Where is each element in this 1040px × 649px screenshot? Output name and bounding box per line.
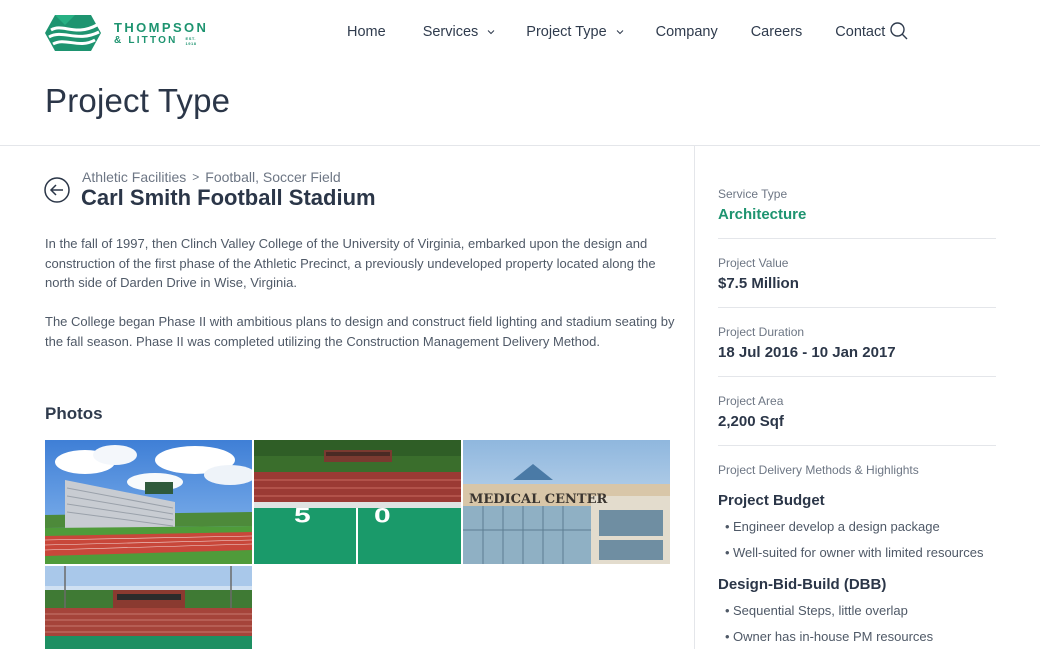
sidebar-separator (718, 445, 996, 446)
nav-item-label: Careers (750, 24, 803, 40)
project-duration-label: Project Duration (718, 325, 805, 339)
project-duration-value: 18 Jul 2016 - 10 Jan 2017 (718, 344, 896, 361)
sidebar-divider (694, 146, 695, 649)
photo-stadium-bleachers-image (45, 440, 252, 564)
nav-item-project-type[interactable]: Project Type (526, 24, 623, 40)
nav-item-label: Contact (835, 24, 886, 40)
project-description-paragraph: The College began Phase II with ambitiou… (45, 314, 675, 349)
photo-stadium-pressbox[interactable] (45, 566, 252, 649)
highlight-item: • Engineer develop a design package (718, 514, 996, 540)
nav-item-label: Services (422, 24, 479, 40)
breadcrumb-item-subcategory[interactable]: Football, Soccer Field (205, 169, 340, 185)
photos-heading: Photos (45, 404, 103, 423)
highlight-item-text: Owner has in-house PM resources (733, 629, 934, 644)
nav-item-home[interactable]: Home (347, 24, 386, 40)
photo-yard-number-left: 5 (294, 505, 311, 528)
photo-yard-number-right: 0 (374, 505, 391, 528)
logo-mark-icon (45, 15, 101, 51)
chevron-down-icon (616, 30, 623, 35)
service-type-block: Service Type Architecture (718, 187, 996, 223)
photo-building-sign: MEDICAL CENTER (469, 492, 607, 507)
service-type-label: Service Type (718, 187, 788, 201)
nav-item-label: Home (347, 24, 386, 40)
page-title: Project Type (45, 82, 231, 119)
nav-item-label: Company (655, 24, 718, 40)
project-value-label: Project Value (718, 256, 789, 270)
project-area-block: Project Area 2,200 Sqf (718, 394, 996, 430)
back-arrow-icon[interactable] (44, 177, 70, 203)
photo-football-field-image: 5 0 (254, 440, 461, 564)
project-value-block: Project Value $7.5 Million (718, 256, 996, 292)
highlight-item-text: Well-suited for owner with limited resou… (733, 545, 984, 560)
breadcrumb-separator: > (192, 170, 200, 184)
photo-medical-center[interactable]: MEDICAL CENTER (463, 440, 670, 564)
title-divider (0, 145, 1040, 146)
nav-item-careers[interactable]: Careers (751, 24, 803, 40)
highlight-item: • Well-suited for owner with limited res… (718, 540, 996, 566)
sidebar-separator (718, 307, 996, 308)
sidebar-separator (718, 376, 996, 377)
project-duration-block: Project Duration 18 Jul 2016 - 10 Jan 20… (718, 325, 996, 361)
nav-item-contact[interactable]: Contact (835, 24, 885, 40)
logo-line-2-text: & LITTON (114, 34, 178, 46)
bullet: • (725, 519, 730, 534)
project-area-value: 2,200 Sqf (718, 413, 784, 430)
highlight-item-text: Engineer develop a design package (733, 519, 940, 534)
nav-item-services[interactable]: Services (423, 24, 496, 40)
site-header: THOMPSON & LITTON EST. 1918 Home Service… (0, 0, 1040, 66)
nav-item-company[interactable]: Company (656, 24, 718, 40)
nav-item-label: Project Type (526, 24, 607, 40)
sidebar-separator (718, 238, 996, 239)
photo-stadium-pressbox-image (45, 566, 252, 649)
logo-line-2: & LITTON EST. 1918 (114, 35, 208, 47)
photo-stadium-bleachers[interactable] (45, 440, 252, 564)
photo-football-field[interactable]: 5 0 (254, 440, 461, 564)
highlights-block: Project Delivery Methods & Highlights Pr… (718, 463, 996, 649)
photo-medical-center-image: MEDICAL CENTER (463, 440, 670, 564)
highlight-item-text: Sequential Steps, little overlap (733, 603, 908, 618)
highlight-item: • Owner has in-house PM resources (718, 624, 996, 649)
logo-wordmark: THOMPSON & LITTON EST. 1918 (114, 20, 208, 47)
highlight-list: • Engineer develop a design package • We… (718, 514, 996, 566)
chevron-down-icon (487, 30, 495, 35)
search-icon[interactable] (889, 21, 909, 41)
logo-established: EST. 1918 (185, 35, 197, 46)
logo-line-1: THOMPSON (114, 19, 209, 35)
breadcrumb-item-category[interactable]: Athletic Facilities (82, 169, 186, 185)
project-value-value: $7.5 Million (718, 275, 799, 292)
brand-logo[interactable]: THOMPSON & LITTON EST. 1918 (45, 12, 215, 54)
highlight-item: • Sequential Steps, little overlap (718, 598, 996, 624)
highlight-list: • Sequential Steps, little overlap • Own… (718, 598, 996, 649)
bullet: • (725, 603, 730, 618)
highlight-group-title: Design-Bid-Build (DBB) (718, 576, 887, 593)
bullet: • (725, 545, 730, 560)
main-nav: Home Services Project Type Company Caree… (347, 22, 908, 40)
project-description-paragraph: In the fall of 1997, then Clinch Valley … (45, 236, 656, 290)
service-type-value[interactable]: Architecture (718, 206, 996, 223)
breadcrumb: Athletic Facilities > Football, Soccer F… (82, 169, 341, 185)
highlights-label: Project Delivery Methods & Highlights (718, 463, 919, 477)
bullet: • (725, 629, 730, 644)
project-title: Carl Smith Football Stadium (81, 185, 376, 210)
highlight-group-title: Project Budget (718, 492, 825, 509)
project-area-label: Project Area (718, 394, 784, 408)
